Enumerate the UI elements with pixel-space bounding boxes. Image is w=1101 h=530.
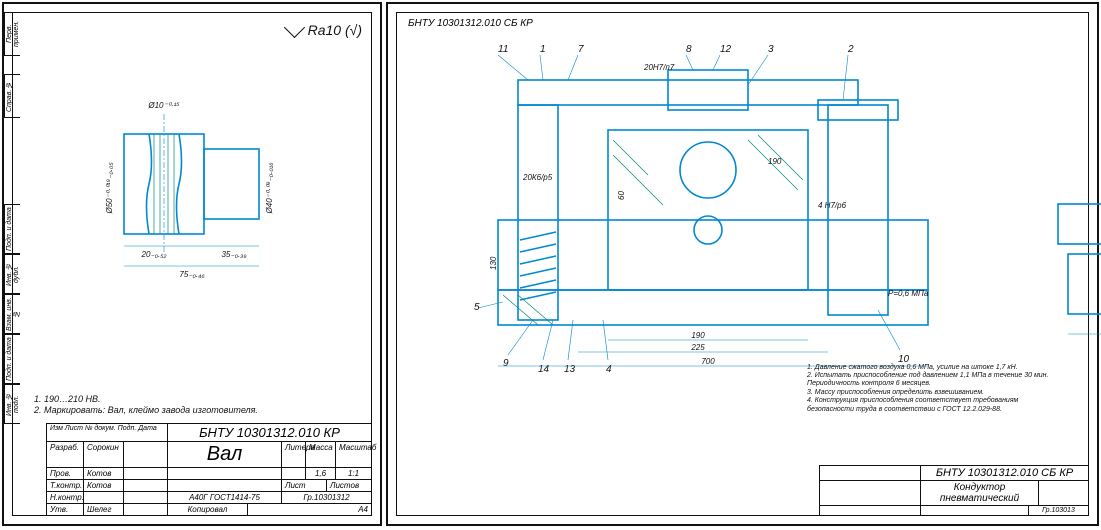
sign-cell-4 [123, 492, 167, 503]
dim-d2: Ø50⁻⁰·⁰¹⁹₋₀.₀₅ [105, 162, 114, 215]
dim-l2: 35₋₀.₃₉ [221, 250, 246, 259]
balloon-3: 3 [768, 44, 774, 55]
note-1: 1. 190…210 HB. [34, 394, 258, 405]
balloon-14: 14 [538, 364, 550, 375]
surname-2: Котов [83, 468, 123, 479]
fit-20H7n7: 20Н7/п7 [643, 63, 675, 72]
technical-notes-1: 1. 190…210 HB. 2. Маркировать: Вал, клей… [34, 394, 258, 417]
note2-1: 1. Давление сжатого воздуха 0,6 МПа, уси… [807, 364, 1057, 372]
balloon-2: 2 [847, 44, 854, 55]
dim-190: 190 [691, 331, 705, 340]
tab-sprav-n: Справ. № [4, 74, 20, 118]
assy-name-1: Кондуктор [924, 482, 1035, 493]
title-block-1: Изм Лист № докум. Подп. Дата БНТУ 103013… [46, 423, 372, 516]
note2-3: 3. Массу приспособления определить взвеш… [807, 389, 1057, 397]
note2-4: 4. Конструкция приспособления соответств… [807, 397, 1057, 414]
dim-225: 225 [690, 343, 705, 352]
technical-notes-2: 1. Давление сжатого воздуха 0,6 МПа, уси… [807, 364, 1057, 414]
razrab-label: Разраб. [47, 442, 83, 467]
group-number: Гр.10301312 [281, 492, 371, 503]
dim-60: 60 [617, 191, 626, 200]
head-label-2: БНТУ 10301312.010 СБ КР [408, 18, 533, 29]
tab-perv-primen: Перв. примен. [4, 12, 20, 56]
tcontr-label: Т.контр. [47, 480, 83, 491]
dim-l3: 75₋₀.₄₆ [179, 270, 205, 279]
note2-2: 2. Испытать приспособление под давлением… [807, 372, 1057, 389]
assembly-side-view: 6 165 205 [1028, 54, 1101, 354]
ncontr-label: Н.контр. [47, 492, 83, 503]
dim-d3: Ø40⁻⁰·⁰⁹₋₀.₀₁₆ [265, 162, 274, 215]
balloon-9: 9 [503, 358, 509, 369]
surname-4: Шелег [83, 504, 123, 515]
massa-label: Масса [305, 442, 335, 467]
balloon-7: 7 [578, 44, 584, 55]
format-label: А4 [247, 504, 371, 515]
group-2: Гр.103013 [1028, 506, 1088, 515]
balloon-5: 5 [474, 302, 480, 313]
drawing-number: БНТУ 10301312.010 КР [167, 424, 371, 441]
material: А40Г ГОСТ1414-75 [167, 492, 281, 503]
tab-inv-podl: Инв. № подл. [4, 384, 20, 424]
sign-cell-1 [123, 442, 167, 467]
tab-podp-data: Подп. и дата [4, 204, 20, 254]
surface-roughness: Ra10 (√) [287, 20, 362, 38]
workspace: Перв. примен. Справ. № Подп. и дата Инв.… [0, 0, 1101, 530]
balloon-1: 1 [540, 44, 546, 55]
note-2: 2. Маркировать: Вал, клеймо завода изгот… [34, 405, 258, 416]
sign-cell-5 [123, 504, 167, 515]
prov-label: Пров. [47, 468, 83, 479]
tab-vzam-inv: Взам. инв. № [4, 294, 20, 334]
dim-130: 130 [489, 256, 498, 270]
sheets-label: Листов [326, 480, 371, 491]
utv-label: Утв. [47, 504, 83, 515]
changes-header: Изм Лист № докум. Подп. Дата [47, 424, 167, 441]
tab-inv-dubl: Инв. № дубл. [4, 254, 20, 294]
litera-label: Литера [281, 442, 305, 467]
balloon-13: 13 [564, 364, 576, 375]
dim-190a: 190 [768, 157, 782, 166]
sheet-shaft-drawing: Перв. примен. Справ. № Подп. и дата Инв.… [2, 2, 382, 526]
dim-700: 700 [701, 357, 715, 366]
balloon-8: 8 [686, 44, 692, 55]
surname-1: Сорокин [83, 442, 123, 467]
mass-value: 1,6 [305, 468, 335, 479]
surname-3: Котов [83, 480, 123, 491]
balloon-12: 12 [720, 44, 732, 55]
binding-field-tabs: Перв. примен. Справ. № Подп. и дата Инв.… [4, 4, 20, 524]
balloon-11: 11 [498, 44, 508, 55]
sign-cell-2 [123, 468, 167, 479]
kopirov-label: Копировал [167, 504, 247, 515]
roughness-value: Ra10 (√) [308, 22, 362, 38]
assy-name-2: пневматический [924, 493, 1035, 504]
press-label: Р=0,6 МПа [888, 289, 929, 298]
fit-20K6p5: 20К6/р5 [522, 173, 553, 182]
shaft-part-view: Ø10⁻⁰·¹⁵ Ø50⁻⁰·⁰¹⁹₋₀.₀₅ Ø40⁻⁰·⁰⁹₋₀.₀₁₆ 2… [94, 94, 294, 284]
balloon-4: 4 [606, 364, 612, 375]
tab-podp-data2: Подп. и дата [4, 334, 20, 384]
title-block-2: БНТУ 10301312.010 СБ КР Кондуктор пневма… [819, 465, 1089, 516]
scale-value: 1:1 [335, 468, 371, 479]
sheet-assembly-drawing: БНТУ 10301312.010 СБ КР [386, 2, 1099, 526]
part-name: Вал [167, 442, 281, 467]
drawing-number-2: БНТУ 10301312.010 СБ КР [920, 466, 1088, 480]
dim-l1: 20₋₀.₅₂ [141, 250, 167, 259]
assembly-main-view: 11 1 7 8 12 3 2 5 9 14 13 4 10 20Н7/п7 2… [448, 40, 1008, 380]
sign-cell-3 [123, 480, 167, 491]
dim-d1: Ø10⁻⁰·¹⁵ [147, 101, 180, 110]
sheet-label: Лист [281, 480, 326, 491]
masshtab-label: Масштаб [335, 442, 371, 467]
fit-4H7p6: 4 Н7/р6 [818, 201, 847, 210]
